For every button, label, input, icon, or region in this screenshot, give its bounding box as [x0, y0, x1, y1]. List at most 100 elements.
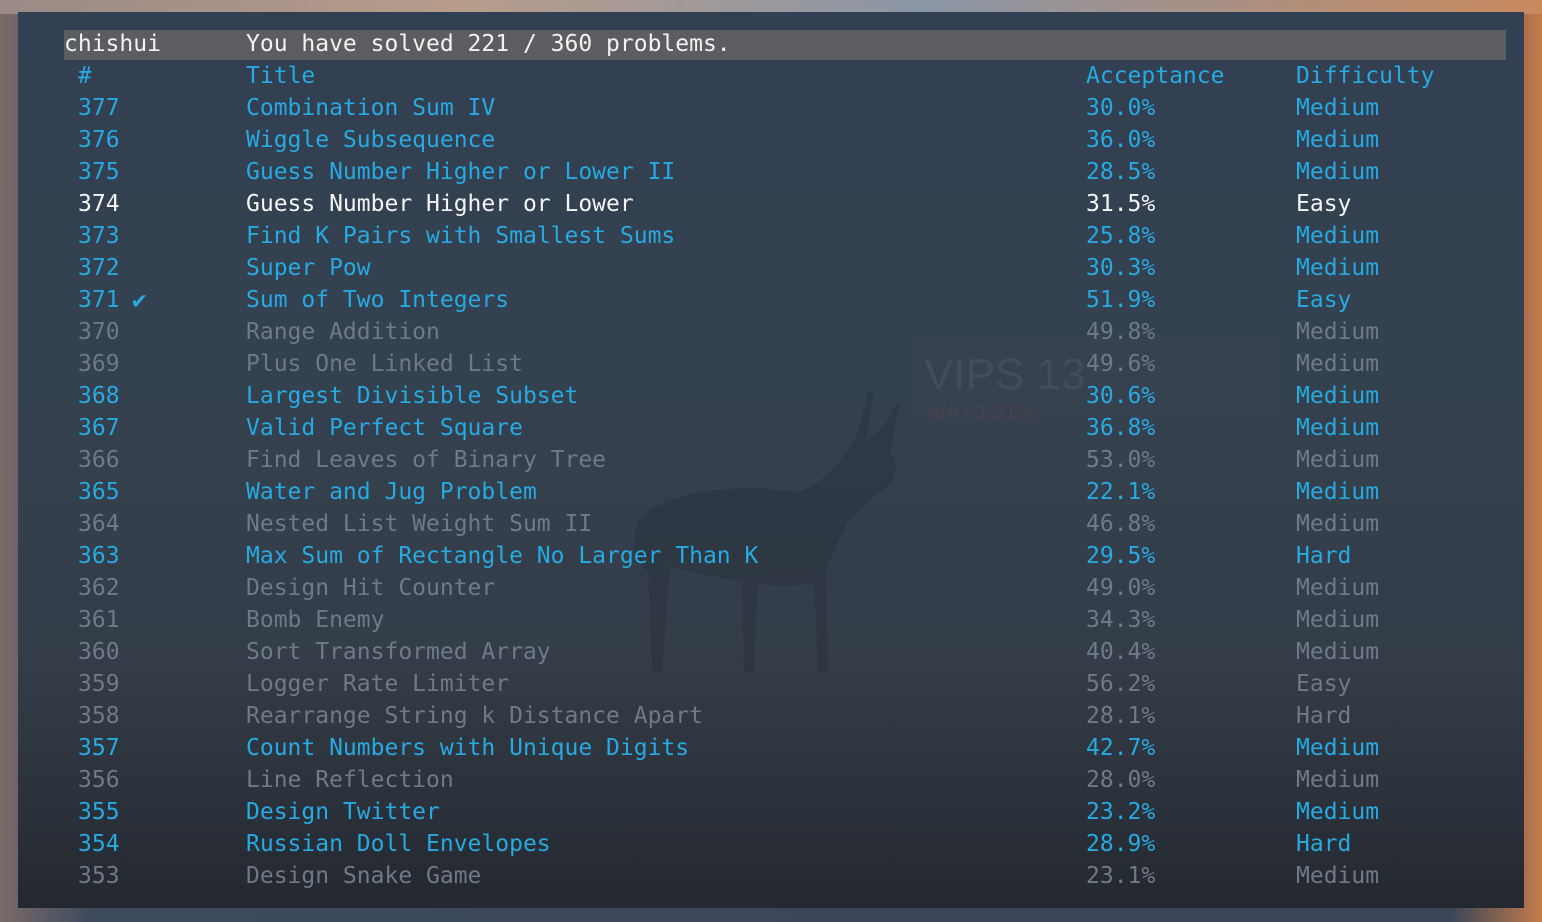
problem-number: 365: [78, 479, 120, 505]
problem-difficulty: Easy: [1296, 191, 1352, 217]
problem-acceptance: 22.1%: [1086, 479, 1156, 505]
problem-acceptance: 30.6%: [1086, 383, 1156, 409]
problem-acceptance: 53.0%: [1086, 447, 1156, 473]
problem-number: 354: [78, 831, 120, 857]
problem-number: 355: [78, 799, 120, 825]
problem-title: Design Snake Game: [246, 863, 482, 889]
problem-title: Rearrange String k Distance Apart: [246, 703, 703, 729]
problem-number: 363: [78, 543, 120, 569]
problem-acceptance: 49.8%: [1086, 319, 1156, 345]
problem-title: Guess Number Higher or Lower II: [246, 159, 676, 185]
problem-acceptance: 56.2%: [1086, 671, 1156, 697]
problem-difficulty: Medium: [1296, 575, 1380, 601]
problem-title: Find Leaves of Binary Tree: [246, 447, 607, 473]
problem-title: Bomb Enemy: [246, 607, 385, 633]
problem-title: Line Reflection: [246, 767, 454, 793]
problem-number: 357: [78, 735, 120, 761]
problem-acceptance: 34.3%: [1086, 607, 1156, 633]
problem-difficulty: Medium: [1296, 639, 1380, 665]
problem-acceptance: 28.0%: [1086, 767, 1156, 793]
problem-title: Max Sum of Rectangle No Larger Than K: [246, 543, 759, 569]
problem-difficulty: Medium: [1296, 863, 1380, 889]
problem-acceptance: 31.5%: [1086, 191, 1156, 217]
problem-number: 359: [78, 671, 120, 697]
problem-difficulty: Medium: [1296, 511, 1380, 537]
problem-acceptance: 42.7%: [1086, 735, 1156, 761]
problem-number: 368: [78, 383, 120, 409]
problem-number: 366: [78, 447, 120, 473]
problem-number: 372: [78, 255, 120, 281]
problem-number: 375: [78, 159, 120, 185]
problem-number: 377: [78, 95, 120, 121]
problem-difficulty: Medium: [1296, 159, 1380, 185]
problem-acceptance: 23.1%: [1086, 863, 1156, 889]
problem-number: 358: [78, 703, 120, 729]
problem-title: Sort Transformed Array: [246, 639, 551, 665]
problem-title: Wiggle Subsequence: [246, 127, 496, 153]
problem-title: Find K Pairs with Smallest Sums: [246, 223, 676, 249]
problem-difficulty: Easy: [1296, 671, 1352, 697]
problem-difficulty: Medium: [1296, 799, 1380, 825]
problem-title: Sum of Two Integers: [246, 287, 510, 313]
problem-number: 360: [78, 639, 120, 665]
problem-title: Valid Perfect Square: [246, 415, 523, 441]
problem-difficulty: Medium: [1296, 319, 1380, 345]
username: chishui: [64, 31, 161, 57]
problem-difficulty: Medium: [1296, 447, 1380, 473]
problem-number: 353: [78, 863, 120, 889]
problem-number: 370: [78, 319, 120, 345]
problem-number: 371: [78, 287, 120, 313]
problem-difficulty: Medium: [1296, 127, 1380, 153]
problem-number: 373: [78, 223, 120, 249]
background-stock-ticker: VIPS 13: [924, 350, 1086, 399]
problem-title: Count Numbers with Unique Digits: [246, 735, 690, 761]
background-stock-change: N/A (-1.31%): [926, 402, 1041, 424]
problem-difficulty: Easy: [1296, 287, 1352, 313]
problem-difficulty: Medium: [1296, 383, 1380, 409]
problem-acceptance: 25.8%: [1086, 223, 1156, 249]
problem-number: 362: [78, 575, 120, 601]
column-header-difficulty: Difficulty: [1296, 63, 1435, 89]
problem-difficulty: Medium: [1296, 607, 1380, 633]
problem-difficulty: Medium: [1296, 223, 1380, 249]
problem-number: 369: [78, 351, 120, 377]
problem-difficulty: Medium: [1296, 255, 1380, 281]
column-header-title: Title: [246, 63, 316, 89]
problem-number: 374: [78, 191, 120, 217]
problem-difficulty: Medium: [1296, 351, 1380, 377]
problem-number: 356: [78, 767, 120, 793]
problem-title: Nested List Weight Sum II: [246, 511, 593, 537]
problem-title: Guess Number Higher or Lower: [246, 191, 634, 217]
problem-acceptance: 36.0%: [1086, 127, 1156, 153]
problem-title: Plus One Linked List: [246, 351, 523, 377]
problem-difficulty: Medium: [1296, 767, 1380, 793]
problem-difficulty: Medium: [1296, 479, 1380, 505]
problem-number: 367: [78, 415, 120, 441]
problem-title: Logger Rate Limiter: [246, 671, 510, 697]
problem-title: Design Hit Counter: [246, 575, 496, 601]
problem-acceptance: 49.6%: [1086, 351, 1156, 377]
gazelle-silhouette: [634, 392, 900, 672]
problem-acceptance: 51.9%: [1086, 287, 1156, 313]
terminal-window[interactable]: VIPS 13 N/A (-1.31%) chishui You have so…: [18, 12, 1524, 908]
problem-difficulty: Medium: [1296, 415, 1380, 441]
column-header-number: #: [78, 63, 92, 89]
problem-acceptance: 23.2%: [1086, 799, 1156, 825]
problem-acceptance: 36.8%: [1086, 415, 1156, 441]
problem-acceptance: 49.0%: [1086, 575, 1156, 601]
column-header-acceptance: Acceptance: [1086, 63, 1225, 89]
problem-number: 364: [78, 511, 120, 537]
problem-acceptance: 30.3%: [1086, 255, 1156, 281]
problem-number: 376: [78, 127, 120, 153]
problem-acceptance: 28.1%: [1086, 703, 1156, 729]
problem-acceptance: 40.4%: [1086, 639, 1156, 665]
problem-acceptance: 46.8%: [1086, 511, 1156, 537]
problem-title: Design Twitter: [246, 799, 440, 825]
problem-number: 361: [78, 607, 120, 633]
problem-difficulty: Medium: [1296, 735, 1380, 761]
problem-difficulty: Hard: [1296, 543, 1352, 569]
problem-title: Water and Jug Problem: [246, 479, 537, 505]
problem-acceptance: 28.5%: [1086, 159, 1156, 185]
problem-acceptance: 28.9%: [1086, 831, 1156, 857]
problem-title: Russian Doll Envelopes: [246, 831, 551, 857]
